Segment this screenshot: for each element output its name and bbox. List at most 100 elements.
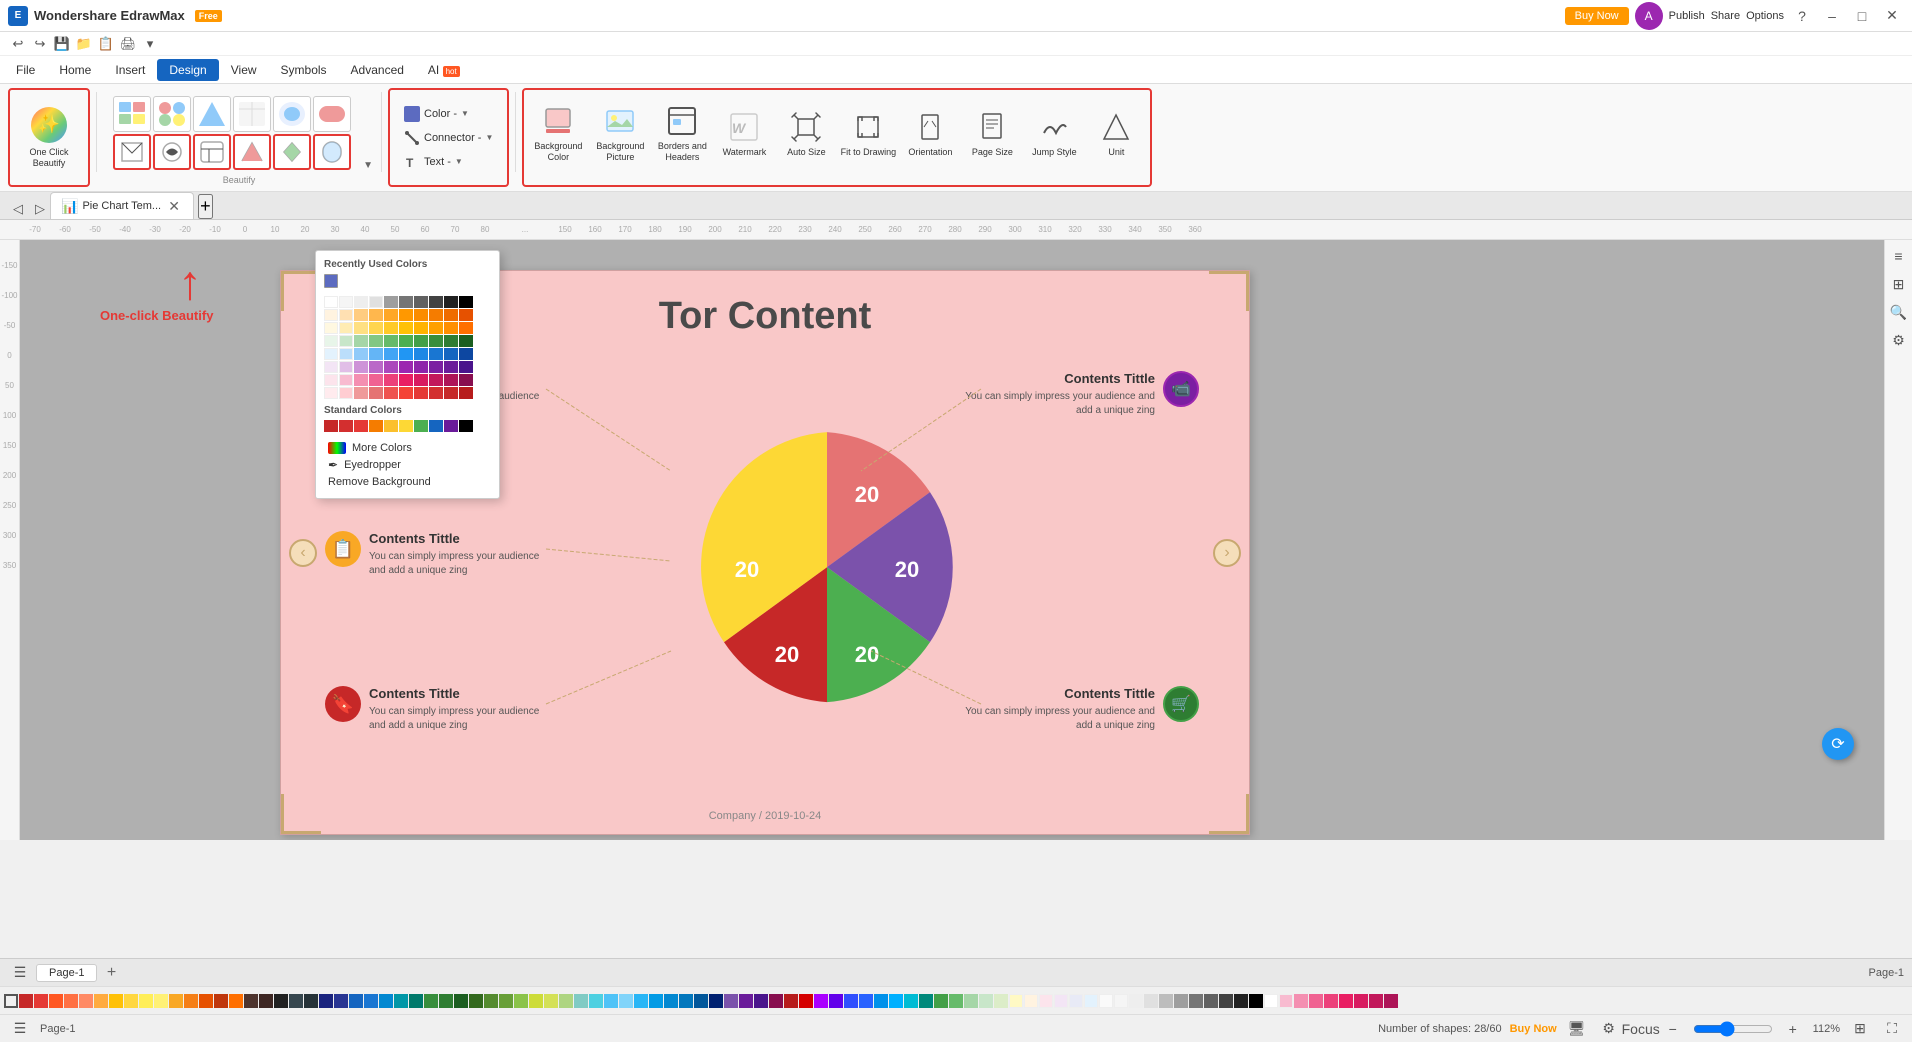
palette-color[interactable]	[784, 994, 798, 1008]
palette-color[interactable]	[379, 994, 393, 1008]
palette-color[interactable]	[1354, 994, 1368, 1008]
palette-color[interactable]	[1384, 994, 1398, 1008]
watermark-button[interactable]: W Watermark	[714, 94, 774, 174]
palette-color[interactable]	[919, 994, 933, 1008]
menu-file[interactable]: File	[4, 59, 47, 81]
blue-action-button[interactable]: ⟳	[1822, 728, 1854, 760]
palette-color[interactable]	[1039, 994, 1053, 1008]
grid-swatch[interactable]	[354, 335, 368, 347]
grid-swatch[interactable]	[339, 335, 353, 347]
page-size-button[interactable]: Page Size	[962, 94, 1022, 174]
palette-color[interactable]	[604, 994, 618, 1008]
palette-color[interactable]	[484, 994, 498, 1008]
beautify-style-2[interactable]	[153, 96, 191, 132]
menu-advanced[interactable]: Advanced	[339, 59, 416, 81]
palette-color[interactable]	[1084, 994, 1098, 1008]
palette-color[interactable]	[694, 994, 708, 1008]
palette-color[interactable]	[1129, 994, 1143, 1008]
grid-swatch[interactable]	[429, 387, 443, 399]
nav-right-button[interactable]: ›	[1213, 539, 1241, 567]
palette-color[interactable]	[799, 994, 813, 1008]
palette-color[interactable]	[559, 994, 573, 1008]
palette-color[interactable]	[304, 994, 318, 1008]
zoom-slider[interactable]	[1693, 1021, 1773, 1037]
grid-swatch[interactable]	[459, 361, 473, 373]
palette-color[interactable]	[169, 994, 183, 1008]
grid-swatch[interactable]	[444, 348, 458, 360]
grid-swatch[interactable]	[444, 335, 458, 347]
grid-swatch[interactable]	[429, 348, 443, 360]
page-tab-1[interactable]: Page-1	[36, 964, 97, 982]
grid-swatch[interactable]	[324, 296, 338, 308]
palette-color[interactable]	[574, 994, 588, 1008]
grid-swatch[interactable]	[444, 309, 458, 321]
page-menu-button[interactable]: ☰	[8, 961, 32, 985]
palette-color[interactable]	[1174, 994, 1188, 1008]
palette-color[interactable]	[934, 994, 948, 1008]
minimize-button[interactable]: –	[1820, 4, 1844, 28]
panel-icon-3[interactable]: 🔍	[1887, 300, 1911, 324]
grid-swatch[interactable]	[369, 387, 383, 399]
palette-color[interactable]	[1099, 994, 1113, 1008]
grid-swatch[interactable]	[324, 387, 338, 399]
palette-color[interactable]	[34, 994, 48, 1008]
zoom-in-button[interactable]: +	[1781, 1017, 1805, 1041]
close-button[interactable]: ✕	[1880, 4, 1904, 28]
grid-swatch[interactable]	[444, 296, 458, 308]
grid-swatch[interactable]	[384, 296, 398, 308]
palette-color[interactable]	[1009, 994, 1023, 1008]
palette-color[interactable]	[709, 994, 723, 1008]
palette-color[interactable]	[1144, 994, 1158, 1008]
palette-color[interactable]	[529, 994, 543, 1008]
connector-dropdown-button[interactable]: Connector - ▼	[398, 128, 499, 148]
undo-button[interactable]: ↩	[8, 34, 28, 54]
grid-swatch[interactable]	[414, 348, 428, 360]
grid-swatch[interactable]	[414, 309, 428, 321]
add-page-button[interactable]: +	[101, 963, 121, 983]
grid-swatch[interactable]	[414, 374, 428, 386]
fullscreen-button[interactable]: ⛶	[1880, 1017, 1904, 1041]
palette-color[interactable]	[949, 994, 963, 1008]
palette-color[interactable]	[1234, 994, 1248, 1008]
palette-color[interactable]	[49, 994, 63, 1008]
palette-color[interactable]	[1054, 994, 1068, 1008]
palette-color[interactable]	[1294, 994, 1308, 1008]
beautify-select-3[interactable]	[193, 134, 231, 170]
tab-right-button[interactable]: ▷	[30, 199, 50, 219]
grid-swatch[interactable]	[429, 361, 443, 373]
palette-color[interactable]	[514, 994, 528, 1008]
grid-swatch[interactable]	[459, 296, 473, 308]
close-tab-button[interactable]: ✕	[165, 197, 183, 215]
grid-swatch[interactable]	[354, 374, 368, 386]
grid-swatch[interactable]	[399, 387, 413, 399]
grid-swatch[interactable]	[369, 335, 383, 347]
text-dropdown-button[interactable]: T Text - ▼	[398, 152, 499, 172]
std-swatch[interactable]	[429, 420, 443, 432]
jump-style-button[interactable]: Jump Style	[1024, 94, 1084, 174]
grid-swatch[interactable]	[459, 322, 473, 334]
more-colors-button[interactable]: More Colors	[324, 440, 491, 456]
menu-view[interactable]: View	[219, 59, 269, 81]
grid-swatch[interactable]	[414, 335, 428, 347]
palette-color[interactable]	[1114, 994, 1128, 1008]
palette-color[interactable]	[964, 994, 978, 1008]
unit-button[interactable]: Unit	[1086, 94, 1146, 174]
palette-color[interactable]	[1159, 994, 1173, 1008]
grid-swatch[interactable]	[354, 296, 368, 308]
grid-swatch[interactable]	[369, 309, 383, 321]
focus-button[interactable]: Focus	[1629, 1017, 1653, 1041]
new-button[interactable]: 📋	[96, 34, 116, 54]
beautify-style-5[interactable]	[273, 96, 311, 132]
help-button[interactable]: ?	[1790, 4, 1814, 28]
std-swatch[interactable]	[414, 420, 428, 432]
grid-swatch[interactable]	[399, 335, 413, 347]
print-button[interactable]: 🖨	[118, 34, 138, 54]
tab-pie-chart[interactable]: 📊 Pie Chart Tem... ✕	[50, 192, 194, 219]
grid-swatch[interactable]	[459, 387, 473, 399]
beautify-select-1[interactable]	[113, 134, 151, 170]
menu-insert[interactable]: Insert	[103, 59, 157, 81]
palette-color[interactable]	[214, 994, 228, 1008]
palette-color[interactable]	[874, 994, 888, 1008]
palette-color[interactable]	[1249, 994, 1263, 1008]
grid-swatch[interactable]	[324, 309, 338, 321]
